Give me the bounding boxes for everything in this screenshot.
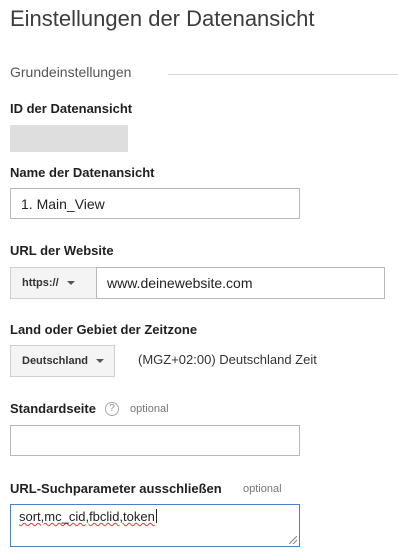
exclude-params-label: URL-Suchparameter ausschließen [10, 481, 222, 496]
exclude-params-value: sort,mc_cid,fbclid,token [19, 509, 155, 524]
default-page-input[interactable] [10, 425, 300, 456]
view-name-input[interactable]: 1. Main_View [10, 188, 300, 219]
chevron-down-icon [66, 281, 75, 285]
section-header: Grundeinstellungen [10, 64, 398, 84]
help-circle-icon[interactable]: ? [105, 402, 119, 416]
timezone-country-dropdown[interactable]: Deutschland [10, 345, 115, 377]
section-label: Grundeinstellungen [10, 64, 132, 80]
default-page-optional-tag: optional [130, 403, 169, 415]
timezone-zone-text: (MGZ+02:00) Deutschland Zeit [138, 352, 317, 367]
text-cursor [155, 509, 157, 523]
website-url-input[interactable]: www.deinewebsite.com [96, 267, 385, 299]
view-id-label: ID der Datenansicht [10, 101, 133, 116]
website-url-label: URL der Website [10, 243, 114, 258]
section-divider [168, 74, 398, 75]
protocol-value: https:// [22, 277, 59, 289]
page-title: Einstellungen der Datenansicht [10, 6, 315, 31]
exclude-params-textarea[interactable]: sort,mc_cid,fbclid,token [10, 504, 300, 547]
view-name-value: 1. Main_View [21, 195, 105, 212]
timezone-country-value: Deutschland [22, 355, 89, 367]
protocol-dropdown[interactable]: https:// [10, 267, 96, 299]
resize-grip-icon[interactable] [289, 536, 297, 544]
view-id-value-redacted [10, 125, 128, 152]
timezone-label: Land oder Gebiet der Zeitzone [10, 322, 198, 337]
default-page-label: Standardseite [10, 401, 96, 416]
website-url-value: www.deinewebsite.com [107, 275, 253, 291]
view-name-label: Name der Datenansicht [10, 165, 155, 180]
exclude-params-optional-tag: optional [243, 483, 282, 495]
chevron-down-icon [96, 359, 105, 363]
